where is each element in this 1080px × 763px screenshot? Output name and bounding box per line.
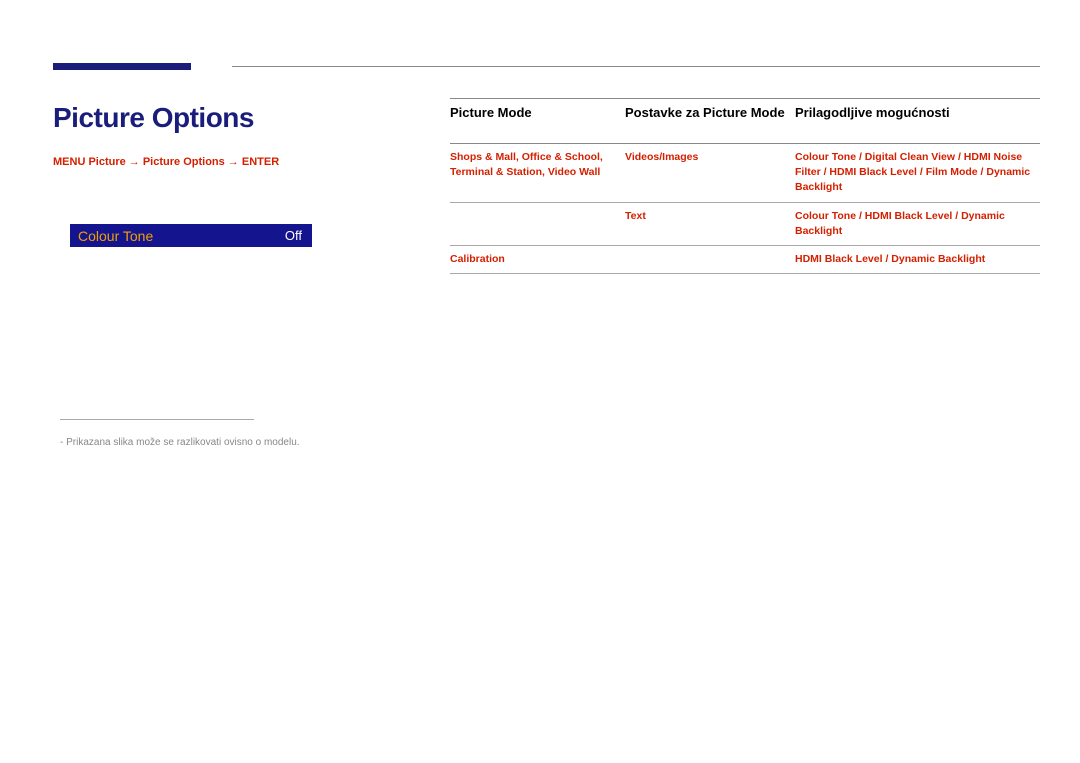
table-header-row: Picture Mode Postavke za Picture Mode Pr… bbox=[450, 98, 1040, 144]
th-setting: Postavke za Picture Mode bbox=[625, 99, 795, 143]
footnote-rule bbox=[60, 419, 254, 420]
page-title: Picture Options bbox=[53, 102, 254, 134]
cell-setting: Videos/Images bbox=[625, 144, 795, 202]
cell-setting: Text bbox=[625, 203, 795, 245]
cell-setting bbox=[625, 246, 795, 273]
cell-opts: Colour Tone / HDMI Black Level / Dynamic… bbox=[795, 203, 1040, 245]
table-row: Calibration HDMI Black Level / Dynamic B… bbox=[450, 246, 1040, 274]
menu-label: Colour Tone bbox=[78, 228, 153, 244]
th-options: Prilagodljive mogućnosti bbox=[795, 99, 1040, 143]
cell-mode bbox=[450, 203, 625, 245]
menu-colour-tone[interactable]: Colour Tone Off bbox=[70, 224, 312, 247]
breadcrumb: MENU Picture → Picture Options → ENTER bbox=[53, 156, 279, 168]
cell-opts: HDMI Black Level / Dynamic Backlight bbox=[795, 246, 1040, 273]
header-rule bbox=[232, 66, 1040, 67]
th-picture-mode: Picture Mode bbox=[450, 99, 625, 143]
footnote: Prikazana slika može se razlikovati ovis… bbox=[60, 437, 300, 448]
menu-value: Off bbox=[285, 228, 302, 243]
accent-bar bbox=[53, 63, 191, 70]
table-row: Text Colour Tone / HDMI Black Level / Dy… bbox=[450, 203, 1040, 246]
cell-mode: Calibration bbox=[450, 246, 625, 273]
cell-opts: Colour Tone / Digital Clean View / HDMI … bbox=[795, 144, 1040, 202]
table-row: Shops & Mall, Office & School, Terminal … bbox=[450, 144, 1040, 203]
options-table: Picture Mode Postavke za Picture Mode Pr… bbox=[450, 98, 1040, 274]
cell-mode: Shops & Mall, Office & School, Terminal … bbox=[450, 144, 625, 202]
